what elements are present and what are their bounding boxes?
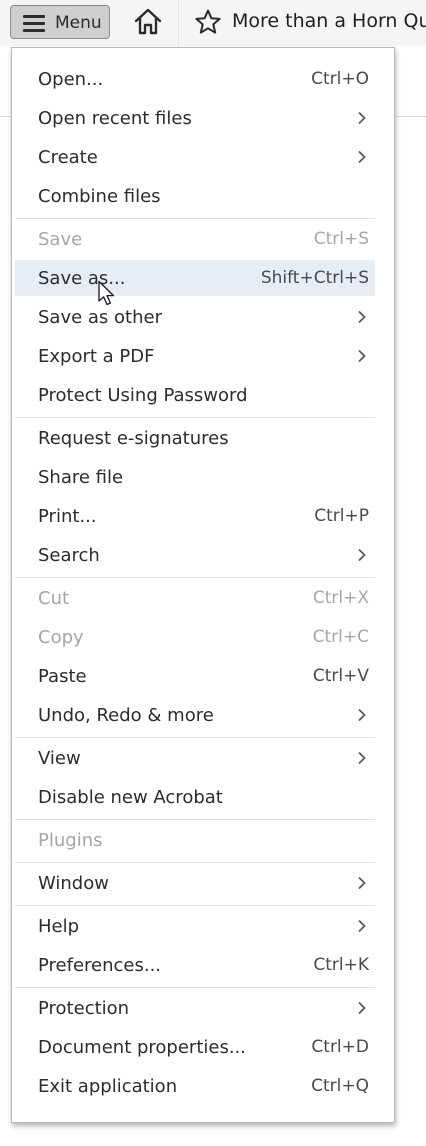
menu-item-help[interactable]: Help (15, 908, 375, 944)
menu-item-plugins: Plugins (15, 822, 375, 858)
menu-item-save-as-other[interactable]: Save as other (15, 299, 375, 335)
menu-item-open-recent-files[interactable]: Open recent files (15, 100, 375, 136)
menu-item-shortcut: Ctrl+X (312, 588, 369, 608)
page-divider-right (396, 116, 426, 117)
chevron-right-icon (358, 310, 366, 324)
menu-item-label: Open... (38, 68, 104, 90)
menu-separator (15, 577, 375, 578)
menu-item-protect-using-password[interactable]: Protect Using Password (15, 377, 375, 413)
main-menu-dropdown: Open... Ctrl+O Open recent files Create … (11, 47, 395, 1123)
menu-item-create[interactable]: Create (15, 139, 375, 175)
menu-item-search[interactable]: Search (15, 537, 375, 573)
star-icon[interactable] (194, 8, 222, 36)
menu-item-label: Document properties... (38, 1036, 246, 1058)
menu-item-label: Plugins (38, 829, 103, 851)
menu-item-save: Save Ctrl+S (15, 221, 375, 257)
chevron-right-icon (358, 919, 366, 933)
home-button[interactable] (131, 6, 165, 38)
document-title[interactable]: More than a Horn Quar (232, 10, 426, 36)
menu-item-undo-redo-more[interactable]: Undo, Redo & more (15, 697, 375, 733)
menu-item-shortcut: Ctrl+V (312, 666, 369, 686)
menu-separator (15, 218, 375, 219)
menu-item-disable-new-acrobat[interactable]: Disable new Acrobat (15, 779, 375, 815)
home-icon (134, 8, 162, 35)
menu-item-export-a-pdf[interactable]: Export a PDF (15, 338, 375, 374)
chevron-right-icon (358, 111, 366, 125)
menu-item-label: Preferences... (38, 954, 162, 976)
menu-item-combine-files[interactable]: Combine files (15, 178, 375, 214)
chevron-right-icon (358, 349, 366, 363)
menu-separator (15, 819, 375, 820)
top-toolbar: Menu More than a Horn Quar (0, 0, 426, 46)
menu-item-shortcut: Ctrl+K (313, 955, 369, 975)
menu-item-label: Save as other (38, 306, 162, 328)
menu-separator (15, 417, 375, 418)
menu-item-shortcut: Ctrl+S (313, 229, 369, 249)
menu-item-label: Search (38, 544, 100, 566)
menu-item-print[interactable]: Print... Ctrl+P (15, 498, 375, 534)
menu-item-label: Protect Using Password (38, 384, 248, 406)
menu-item-label: Save (38, 228, 83, 250)
menu-item-document-properties[interactable]: Document properties... Ctrl+D (15, 1029, 375, 1065)
menu-item-window[interactable]: Window (15, 865, 375, 901)
menu-item-label: View (38, 747, 81, 769)
menu-item-shortcut: Shift+Ctrl+S (260, 268, 369, 288)
menu-separator (15, 737, 375, 738)
chevron-right-icon (358, 1001, 366, 1015)
menu-item-label: Cut (38, 587, 70, 609)
menu-item-label: Copy (38, 626, 84, 648)
mouse-cursor-icon (98, 280, 115, 306)
menu-item-label: Combine files (38, 185, 161, 207)
menu-item-shortcut: Ctrl+O (311, 69, 369, 89)
chevron-right-icon (358, 708, 366, 722)
hamburger-icon (23, 15, 45, 32)
chevron-right-icon (358, 150, 366, 164)
menu-item-shortcut: Ctrl+P (314, 506, 369, 526)
menu-item-shortcut: Ctrl+D (311, 1037, 369, 1057)
menu-item-shortcut: Ctrl+C (312, 627, 369, 647)
menu-item-label: Print... (38, 505, 97, 527)
menu-item-protection[interactable]: Protection (15, 990, 375, 1026)
menu-separator (15, 987, 375, 988)
menu-item-save-as[interactable]: Save as... Shift+Ctrl+S (15, 260, 375, 296)
menu-item-label: Undo, Redo & more (38, 704, 214, 726)
menu-item-shortcut: Ctrl+Q (311, 1076, 369, 1096)
toolbar-divider (178, 0, 179, 46)
menu-item-paste[interactable]: Paste Ctrl+V (15, 658, 375, 694)
menu-item-share-file[interactable]: Share file (15, 459, 375, 495)
menu-item-label: Protection (38, 997, 130, 1019)
menu-item-preferences[interactable]: Preferences... Ctrl+K (15, 947, 375, 983)
menu-item-label: Share file (38, 466, 124, 488)
menu-item-request-e-signatures[interactable]: Request e-signatures (15, 420, 375, 456)
menu-item-label: Open recent files (38, 107, 192, 129)
menu-item-label: Create (38, 146, 98, 168)
menu-item-label: Help (38, 915, 80, 937)
menu-button-label: Menu (55, 13, 102, 33)
menu-item-label: Exit application (38, 1075, 178, 1097)
menu-item-exit-application[interactable]: Exit application Ctrl+Q (15, 1068, 375, 1104)
page-divider-left (0, 116, 11, 117)
chevron-right-icon (358, 751, 366, 765)
chevron-right-icon (358, 548, 366, 562)
menu-item-cut: Cut Ctrl+X (15, 580, 375, 616)
menu-separator (15, 905, 375, 906)
menu-item-label: Paste (38, 665, 87, 687)
menu-button[interactable]: Menu (10, 5, 110, 39)
menu-item-open[interactable]: Open... Ctrl+O (15, 61, 375, 97)
menu-item-label: Export a PDF (38, 345, 155, 367)
menu-separator (15, 862, 375, 863)
chevron-right-icon (358, 876, 366, 890)
menu-item-copy: Copy Ctrl+C (15, 619, 375, 655)
menu-item-label: Disable new Acrobat (38, 786, 223, 808)
menu-item-label: Window (38, 872, 109, 894)
menu-item-view[interactable]: View (15, 740, 375, 776)
menu-item-label: Request e-signatures (38, 427, 229, 449)
